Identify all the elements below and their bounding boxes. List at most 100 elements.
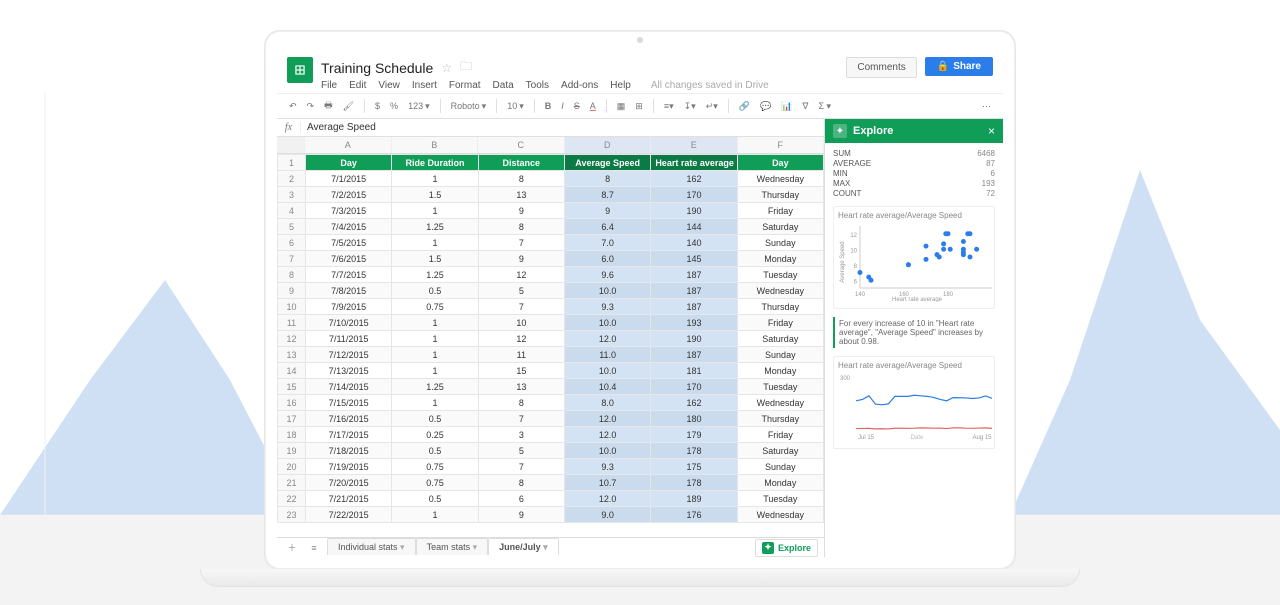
- scatter-card[interactable]: Heart rate average/Average Speed 6810121…: [833, 206, 995, 309]
- text-color-icon[interactable]: A: [588, 100, 598, 112]
- cell[interactable]: 1: [392, 171, 478, 187]
- filter-icon[interactable]: ∇: [800, 100, 810, 113]
- cell[interactable]: 187: [651, 347, 737, 363]
- star-icon[interactable]: ☆: [441, 61, 452, 75]
- cell[interactable]: Wednesday: [737, 171, 823, 187]
- cell[interactable]: 178: [651, 475, 737, 491]
- cell[interactable]: 1: [392, 203, 478, 219]
- font-size[interactable]: 10 ▾: [505, 100, 526, 113]
- cell[interactable]: 145: [651, 251, 737, 267]
- cell[interactable]: 7/7/2015: [306, 267, 392, 283]
- cell[interactable]: 1.25: [392, 379, 478, 395]
- cell[interactable]: 12.0: [564, 411, 650, 427]
- cell[interactable]: Friday: [737, 427, 823, 443]
- cell[interactable]: 13: [478, 187, 564, 203]
- cell[interactable]: 170: [651, 379, 737, 395]
- cell[interactable]: 7/22/2015: [306, 507, 392, 523]
- cell[interactable]: 187: [651, 267, 737, 283]
- menu-insert[interactable]: Insert: [412, 80, 437, 91]
- row-number[interactable]: 11: [278, 315, 306, 331]
- cell[interactable]: 10: [478, 315, 564, 331]
- cell[interactable]: 7/12/2015: [306, 347, 392, 363]
- comments-button[interactable]: Comments: [846, 57, 916, 78]
- valign-icon[interactable]: ↧▾: [682, 100, 698, 113]
- col-letter[interactable]: F: [738, 137, 825, 153]
- cell[interactable]: 11.0: [564, 347, 650, 363]
- cell[interactable]: 1.25: [392, 267, 478, 283]
- column-header[interactable]: Average Speed: [564, 155, 650, 171]
- cell[interactable]: 8.0: [564, 395, 650, 411]
- cell[interactable]: 1: [392, 315, 478, 331]
- table-row[interactable]: 227/21/20150.5612.0189Tuesday: [278, 491, 824, 507]
- cell[interactable]: 7/14/2015: [306, 379, 392, 395]
- table-row[interactable]: 197/18/20150.5510.0178Saturday: [278, 443, 824, 459]
- col-letter[interactable]: C: [478, 137, 565, 153]
- cell[interactable]: 1: [392, 347, 478, 363]
- cell[interactable]: 7/3/2015: [306, 203, 392, 219]
- cell[interactable]: 10.0: [564, 315, 650, 331]
- cell[interactable]: 0.75: [392, 475, 478, 491]
- cell[interactable]: 7: [478, 459, 564, 475]
- cell[interactable]: 0.75: [392, 459, 478, 475]
- row-number[interactable]: 14: [278, 363, 306, 379]
- cell[interactable]: 10.0: [564, 363, 650, 379]
- col-letter[interactable]: B: [392, 137, 479, 153]
- cell[interactable]: 7/15/2015: [306, 395, 392, 411]
- cell[interactable]: Monday: [737, 475, 823, 491]
- cell[interactable]: 0.25: [392, 427, 478, 443]
- cell[interactable]: 10.0: [564, 443, 650, 459]
- row-number[interactable]: 2: [278, 171, 306, 187]
- cell[interactable]: 1.25: [392, 219, 478, 235]
- table-row[interactable]: 127/11/201511212.0190Saturday: [278, 331, 824, 347]
- cell[interactable]: 178: [651, 443, 737, 459]
- format-percent-icon[interactable]: %: [388, 100, 400, 112]
- row-number[interactable]: 7: [278, 251, 306, 267]
- cell[interactable]: 0.5: [392, 411, 478, 427]
- cell[interactable]: 7/19/2015: [306, 459, 392, 475]
- cell[interactable]: 7.0: [564, 235, 650, 251]
- col-letter[interactable]: E: [651, 137, 738, 153]
- cell[interactable]: 9.3: [564, 299, 650, 315]
- table-row[interactable]: 77/6/20151.596.0145Monday: [278, 251, 824, 267]
- wrap-icon[interactable]: ↵▾: [704, 100, 720, 113]
- cell[interactable]: Sunday: [737, 347, 823, 363]
- cell[interactable]: 12: [478, 267, 564, 283]
- cell[interactable]: 0.5: [392, 283, 478, 299]
- table-row[interactable]: 27/1/2015188162Wednesday: [278, 171, 824, 187]
- link-icon[interactable]: 🔗: [737, 100, 752, 113]
- share-button[interactable]: 🔒 Share: [925, 57, 993, 76]
- cell[interactable]: 8: [478, 395, 564, 411]
- table-row[interactable]: 57/4/20151.2586.4144Saturday: [278, 219, 824, 235]
- menu-view[interactable]: View: [378, 80, 400, 91]
- cell[interactable]: 8: [478, 171, 564, 187]
- cell[interactable]: 7: [478, 235, 564, 251]
- cell[interactable]: Thursday: [737, 299, 823, 315]
- cell[interactable]: 6.0: [564, 251, 650, 267]
- table-row[interactable]: 117/10/201511010.0193Friday: [278, 315, 824, 331]
- cell[interactable]: 170: [651, 187, 737, 203]
- cell[interactable]: 1: [392, 363, 478, 379]
- cell[interactable]: 8: [478, 219, 564, 235]
- toolbar-overflow-icon[interactable]: ⋯: [980, 100, 993, 113]
- cell[interactable]: 5: [478, 283, 564, 299]
- row-number[interactable]: 16: [278, 395, 306, 411]
- cell[interactable]: 1.5: [392, 187, 478, 203]
- paint-icon[interactable]: 🖌: [341, 100, 356, 113]
- cell[interactable]: 12.0: [564, 491, 650, 507]
- menu-edit[interactable]: Edit: [349, 80, 366, 91]
- table-row[interactable]: 217/20/20150.75810.7178Monday: [278, 475, 824, 491]
- table-row[interactable]: 87/7/20151.25129.6187Tuesday: [278, 267, 824, 283]
- cell[interactable]: 1: [392, 507, 478, 523]
- formula-bar[interactable]: fx Average Speed: [277, 119, 824, 137]
- row-number[interactable]: 20: [278, 459, 306, 475]
- cell[interactable]: Saturday: [737, 443, 823, 459]
- cell[interactable]: 1: [392, 235, 478, 251]
- cell[interactable]: 187: [651, 299, 737, 315]
- italic-icon[interactable]: I: [559, 100, 566, 112]
- cell[interactable]: 176: [651, 507, 737, 523]
- print-icon[interactable]: 🖶: [322, 97, 335, 115]
- row-number[interactable]: 1: [278, 155, 306, 171]
- bold-icon[interactable]: B: [543, 100, 554, 112]
- cell[interactable]: 0.75: [392, 299, 478, 315]
- cell[interactable]: 7/2/2015: [306, 187, 392, 203]
